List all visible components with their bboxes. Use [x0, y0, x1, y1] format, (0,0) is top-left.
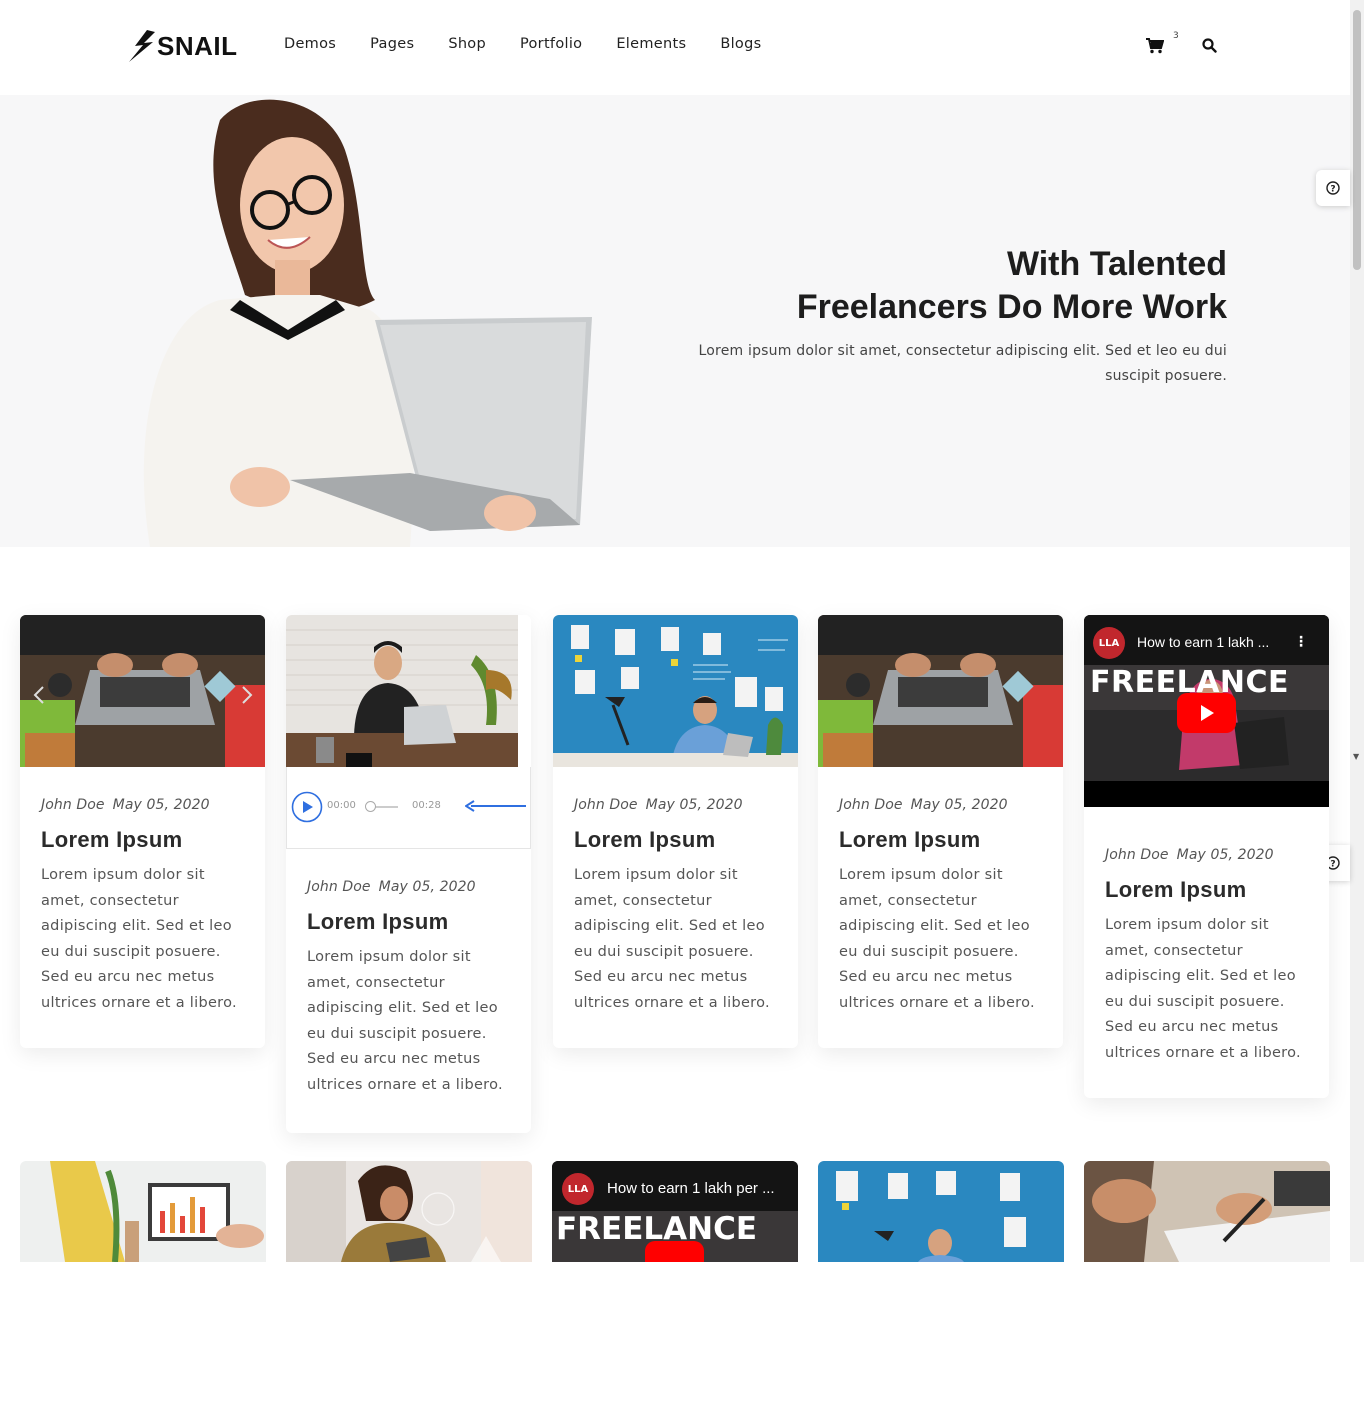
- hero-title-line1: With Talented: [1006, 245, 1227, 283]
- card-date: May 05, 2020: [112, 797, 210, 813]
- hero-title: With Talented Freelancers Do More Work: [797, 243, 1227, 329]
- page-bottom-blank: [0, 1262, 1364, 1417]
- hero-woman-image: [143, 99, 592, 547]
- hero-title-line2: Freelancers Do More Work: [796, 288, 1227, 326]
- card-author[interactable]: John Doe: [1105, 847, 1169, 863]
- channel-avatar[interactable]: LLA: [1093, 627, 1125, 659]
- card-meta: John Doe May 05, 2020: [574, 797, 778, 813]
- card-excerpt: Lorem ipsum dolor sit amet, consectetur …: [1105, 917, 1301, 1061]
- card-excerpt: Lorem ipsum dolor sit amet, consectetur …: [307, 949, 503, 1093]
- volume-arrow-icon[interactable]: [465, 799, 527, 813]
- blog-card[interactable]: 00:00 00:28 John Doe May 05, 2020 Lorem I…: [286, 615, 531, 1133]
- card-title[interactable]: Lorem Ipsum: [1105, 877, 1309, 903]
- youtube-play-button[interactable]: [645, 1241, 704, 1262]
- card-image-charts-meeting: [20, 1161, 266, 1262]
- card-meta: John Doe May 05, 2020: [307, 879, 511, 895]
- audio-current-time: 00:00: [327, 800, 356, 811]
- blog-card-image[interactable]: [818, 1161, 1064, 1262]
- nav-portfolio[interactable]: Portfolio: [520, 36, 582, 52]
- card-date: May 05, 2020: [1176, 847, 1274, 863]
- play-icon: [1201, 705, 1214, 721]
- logo-text: SNAIL: [157, 30, 238, 61]
- card-image-man-coffee: [286, 615, 531, 767]
- card-author[interactable]: John Doe: [839, 797, 903, 813]
- card-date: May 05, 2020: [378, 879, 476, 895]
- cart-icon: [1146, 38, 1165, 54]
- card-excerpt: Lorem ipsum dolor sit amet, consectetur …: [574, 867, 770, 1011]
- card-meta: John Doe May 05, 2020: [1105, 847, 1309, 863]
- blog-card[interactable]: John Doe May 05, 2020 Lorem Ipsum Lorem i…: [818, 615, 1063, 1048]
- youtube-video-embed[interactable]: LLA How to earn 1 lakh ... ⋮ FREELANCE: [1084, 615, 1329, 807]
- nav-blogs[interactable]: Blogs: [720, 36, 761, 52]
- scrollbar-thumb[interactable]: [1353, 10, 1361, 270]
- youtube-video-embed[interactable]: LLA How to earn 1 lakh per ... FREELANCE: [552, 1161, 798, 1262]
- site-header: SNAIL Demos Pages Shop Portfolio Element…: [0, 0, 1350, 95]
- audio-progress-handle[interactable]: [365, 801, 376, 812]
- card-date: May 05, 2020: [645, 797, 743, 813]
- video-title[interactable]: How to earn 1 lakh per ...: [607, 1180, 775, 1197]
- blog-card-image[interactable]: [20, 1161, 266, 1262]
- video-more-icon[interactable]: ⋮: [1294, 634, 1308, 650]
- card-image-documents-hands: [1084, 1161, 1330, 1262]
- svg-text:?: ?: [1330, 859, 1335, 869]
- video-title[interactable]: How to earn 1 lakh ...: [1137, 634, 1269, 650]
- nav-pages[interactable]: Pages: [370, 36, 414, 52]
- snail-logo-icon: [129, 30, 155, 62]
- card-image-laptop-desk: [818, 615, 1063, 767]
- card-author[interactable]: John Doe: [307, 879, 371, 895]
- card-excerpt: Lorem ipsum dolor sit amet, consectetur …: [839, 867, 1035, 1011]
- card-title[interactable]: Lorem Ipsum: [307, 909, 511, 935]
- question-circle-icon: ?: [1326, 181, 1340, 195]
- search-icon: [1202, 38, 1217, 53]
- card-meta: John Doe May 05, 2020: [839, 797, 1043, 813]
- card-title[interactable]: Lorem Ipsum: [839, 827, 1043, 853]
- blog-card[interactable]: John Doe May 05, 2020 Lorem Ipsum Lorem i…: [20, 615, 265, 1048]
- cart-count-badge: 3: [1173, 31, 1179, 41]
- blog-card[interactable]: LLA How to earn 1 lakh ... ⋮ FREELANCE J…: [1084, 615, 1329, 1098]
- card-title[interactable]: Lorem Ipsum: [574, 827, 778, 853]
- card-author[interactable]: John Doe: [574, 797, 638, 813]
- blog-card-image[interactable]: [286, 1161, 532, 1262]
- card-image-woman-tablet: [286, 1161, 532, 1262]
- card-image-blue-wall: [818, 1161, 1064, 1262]
- card-title[interactable]: Lorem Ipsum: [41, 827, 245, 853]
- card-image-blue-wall: [553, 615, 798, 767]
- search-button[interactable]: [1202, 38, 1217, 57]
- cart-button[interactable]: [1146, 38, 1165, 58]
- card-image-laptop-desk: [20, 615, 265, 767]
- scroll-down-arrow-icon[interactable]: ▼: [1353, 752, 1359, 761]
- blog-card-image[interactable]: [1084, 1161, 1330, 1262]
- audio-player[interactable]: 00:00 00:28: [286, 767, 531, 849]
- card-date: May 05, 2020: [910, 797, 1008, 813]
- blog-card[interactable]: John Doe May 05, 2020 Lorem Ipsum Lorem i…: [553, 615, 798, 1048]
- svg-text:?: ?: [1330, 184, 1335, 194]
- page-scrollbar[interactable]: ▼: [1350, 0, 1364, 1262]
- nav-demos[interactable]: Demos: [284, 36, 336, 52]
- chevron-right-icon[interactable]: [240, 685, 254, 705]
- audio-duration: 00:28: [412, 800, 441, 811]
- hero-section: With Talented Freelancers Do More Work L…: [0, 95, 1350, 547]
- hero-text: Lorem ipsum dolor sit amet, consectetur …: [698, 343, 1227, 384]
- youtube-play-button[interactable]: [1177, 693, 1236, 733]
- card-excerpt: Lorem ipsum dolor sit amet, consectetur …: [41, 867, 237, 1011]
- nav-elements[interactable]: Elements: [616, 36, 686, 52]
- site-logo[interactable]: SNAIL: [127, 28, 238, 64]
- nav-shop[interactable]: Shop: [448, 36, 486, 52]
- help-button[interactable]: ?: [1316, 170, 1350, 206]
- chevron-left-icon[interactable]: [32, 685, 46, 705]
- play-icon[interactable]: [291, 791, 323, 823]
- main-nav: Demos Pages Shop Portfolio Elements Blog…: [284, 36, 795, 52]
- card-author[interactable]: John Doe: [41, 797, 105, 813]
- card-meta: John Doe May 05, 2020: [41, 797, 245, 813]
- channel-avatar[interactable]: LLA: [562, 1173, 594, 1205]
